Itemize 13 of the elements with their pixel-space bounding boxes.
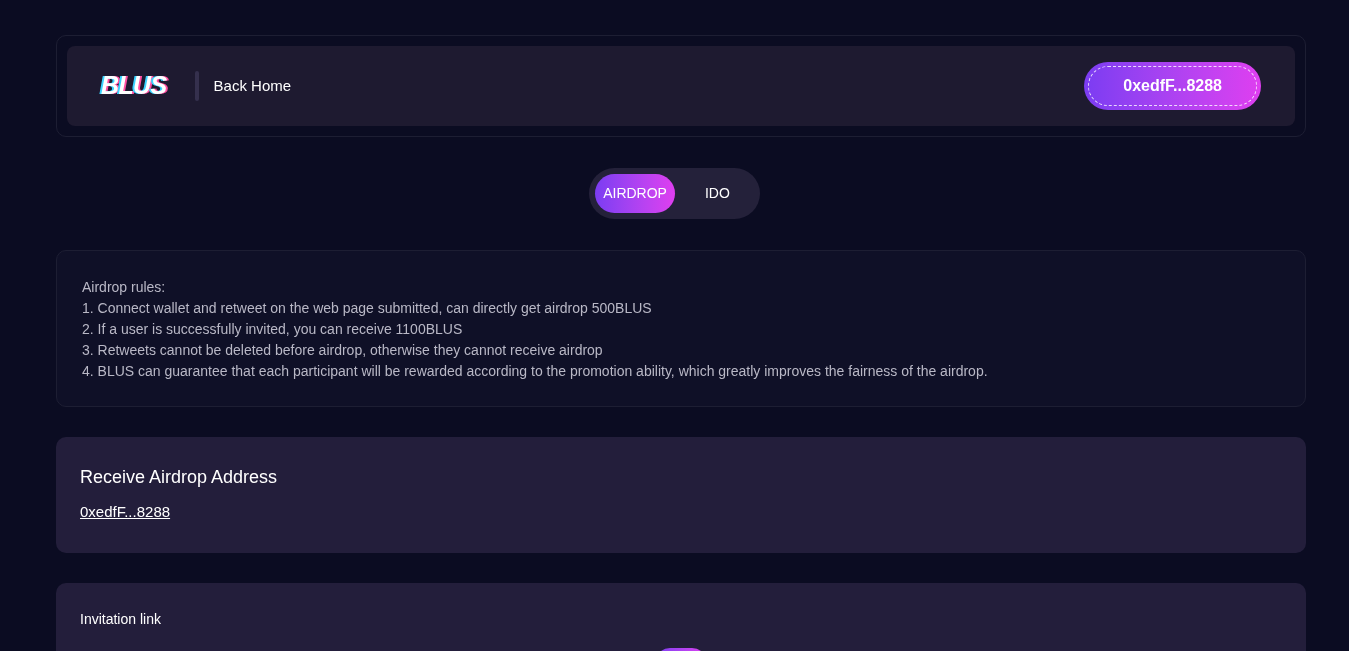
card-title: Receive Airdrop Address [80, 466, 279, 489]
logo[interactable]: BLUS [101, 67, 167, 105]
rule-text: 3. Retweets cannot be deleted before airdrop, otherwise they cannot receive airdrop [82, 341, 604, 360]
tab[interactable]: IDO [680, 174, 754, 213]
address-link[interactable]: 0xedfF...8288 [80, 501, 171, 524]
rule-text: 1. Connect wallet and retweet on the web page submitted, can directly get airdrop 500BLUS [82, 299, 653, 318]
rules-title: Airdrop rules: [82, 278, 167, 297]
rule-text: 2. If a user is successfully invited, you can receive 1100BLUS [82, 320, 464, 339]
wallet-button[interactable]: 0xedfF...8288 [1084, 62, 1261, 110]
rule-text: 4. BLUS can guarantee that each participant will be rewarded according to the promotion ability, which greatly improves the fairness of the airdrop. [82, 362, 989, 381]
card-title: Invitation link [80, 610, 162, 629]
back-home-link[interactable]: Back Home [213, 74, 292, 98]
tab[interactable]: AIRDROP [595, 174, 675, 213]
